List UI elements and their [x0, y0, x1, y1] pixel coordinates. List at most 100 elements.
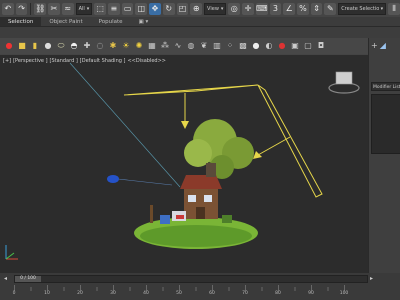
timeline: ◂ 0 / 100 ▸ 0 10 20 30 40 50 60 70 80 90… — [0, 273, 400, 300]
light-arrow-head — [181, 121, 189, 129]
add-icon[interactable]: ✚ — [82, 41, 92, 51]
select-and-place-icon[interactable]: ⊕ — [190, 2, 203, 15]
material-dark-icon[interactable]: ◐ — [264, 41, 274, 51]
edit-named-selection-icon[interactable]: ✎ — [324, 2, 337, 15]
checker-icon[interactable]: ▦ — [147, 41, 157, 51]
box-icon[interactable]: ■ — [17, 41, 27, 51]
modifier-stack[interactable] — [371, 94, 400, 154]
next-frame-icon[interactable]: ▸ — [370, 275, 373, 282]
dome-icon[interactable]: ◓ — [69, 41, 79, 51]
timeline-tick-label: 100 — [339, 291, 349, 296]
keyboard-shortcut-override-icon[interactable]: ⌨ — [255, 2, 268, 15]
select-and-rotate-icon[interactable]: ↻ — [162, 2, 175, 15]
target-light-icon[interactable]: ✱ — [108, 41, 118, 51]
viewport-label-menu[interactable]: [+] [Perspective ] [Standard ] [Default Sha… — [3, 58, 168, 64]
cloth-icon[interactable]: ▥ — [212, 41, 222, 51]
previous-frame-icon[interactable]: ◂ — [4, 275, 7, 282]
link-icon[interactable]: ⛓ — [34, 2, 47, 15]
spinner-snap-icon[interactable]: ⇕ — [310, 2, 323, 15]
undo-icon[interactable]: ↶ — [2, 2, 14, 15]
plane-icon[interactable]: ⬭ — [56, 41, 66, 51]
ribbon-panel — [0, 27, 400, 38]
tab-populate[interactable]: Populate — [91, 17, 131, 26]
viewport-shading-menu[interactable]: [Default Shading ] — [80, 58, 126, 64]
scatter-icon[interactable]: ⁂ — [160, 41, 170, 51]
area-light-top — [123, 84, 259, 96]
timeline-tick-label: 0 — [12, 291, 16, 296]
separator — [30, 2, 32, 15]
spot-light-frustum — [257, 84, 323, 198]
fence-post — [150, 205, 153, 223]
time-slider[interactable]: 0 / 100 — [15, 276, 41, 282]
scene-canvas[interactable] — [0, 55, 368, 273]
pivot-point-icon[interactable]: ◎ — [228, 2, 241, 15]
tab-selection[interactable]: Selection — [0, 17, 42, 26]
timeline-tick-label: 10 — [44, 291, 50, 296]
house-window-right — [204, 195, 212, 202]
render-teapot-icon[interactable]: ● — [277, 41, 287, 51]
named-selection-set-dropdown[interactable]: Create Selection Se▾ — [338, 2, 387, 15]
torus-icon[interactable]: ◌ — [95, 41, 105, 51]
redo-icon[interactable]: ↷ — [15, 2, 28, 15]
select-and-move-icon[interactable]: ✥ — [149, 2, 161, 15]
unknown-icon[interactable]: ● — [4, 41, 14, 51]
sun-icon[interactable]: ☀ — [121, 41, 131, 51]
ribbon-options-button[interactable]: ▣ ▾ — [131, 17, 157, 26]
chimney — [206, 163, 216, 177]
viewcube-compass-ring — [328, 82, 360, 94]
time-slider-track[interactable]: 0 / 100 — [14, 275, 368, 283]
viewport-standard-menu[interactable]: [Standard ] — [50, 58, 78, 64]
reference-coordinate-dropdown[interactable]: View ▾ — [204, 2, 227, 15]
bush — [222, 215, 232, 223]
tab-object-paint[interactable]: Object Paint — [41, 17, 90, 26]
unlink-icon[interactable]: ✂ — [48, 2, 60, 15]
modify-tab-icon[interactable]: ◢ — [380, 41, 386, 50]
spot-light-arrow-head — [253, 151, 262, 159]
path-icon[interactable]: ∿ — [173, 41, 183, 51]
create-tab-icon[interactable]: + — [371, 41, 378, 50]
rectangular-selection-icon[interactable]: ▭ — [121, 2, 134, 15]
select-by-name-icon[interactable]: ≡ — [108, 2, 120, 15]
viewcube[interactable] — [326, 69, 362, 95]
selection-filter-dropdown[interactable]: All ▾ — [75, 2, 93, 15]
house-door — [196, 207, 205, 219]
omni-light-icon[interactable]: ✺ — [134, 41, 144, 51]
render-setup-icon[interactable]: ▣ — [290, 41, 300, 51]
spot-light-arrow — [257, 136, 291, 156]
timeline-ruler[interactable]: 0 10 20 30 40 50 60 70 80 90 100 — [12, 285, 368, 298]
command-panel: + ◢ Modifier List — [368, 38, 400, 273]
bind-space-warp-icon[interactable]: ≈ — [61, 2, 74, 15]
blue-crate — [160, 215, 170, 224]
window-crossing-icon[interactable]: ◫ — [135, 2, 148, 15]
target-line — [117, 178, 173, 186]
command-panel-tabs: + ◢ — [369, 38, 400, 53]
snaps-toggle-icon[interactable]: 3 — [269, 2, 282, 15]
modifier-list-dropdown[interactable]: Modifier List — [371, 82, 400, 91]
select-and-scale-icon[interactable]: ◰ — [176, 2, 189, 15]
select-manipulate-icon[interactable]: ✛ — [242, 2, 254, 15]
viewport-point-of-view-menu[interactable]: [Perspective ] — [13, 58, 47, 64]
sphere-icon[interactable]: ● — [43, 41, 53, 51]
particles-icon[interactable]: ⁘ — [225, 41, 235, 51]
percent-snap-icon[interactable]: % — [297, 2, 309, 15]
viewport-general-menu[interactable]: [+] — [3, 58, 11, 64]
select-object-icon[interactable]: ⬚ — [94, 2, 107, 15]
cylinder-icon[interactable]: ▮ — [30, 41, 40, 51]
viewcube-face — [335, 71, 353, 85]
timeline-tick-label: 90 — [308, 291, 314, 296]
light-target-blue — [107, 175, 119, 183]
timeline-tick-label: 70 — [242, 291, 248, 296]
tree-icon[interactable]: ❦ — [199, 41, 209, 51]
material-sphere-icon[interactable]: ● — [251, 41, 261, 51]
tent-red-stripe — [176, 215, 184, 219]
render-icon[interactable]: ◘ — [316, 41, 326, 51]
mirror-icon[interactable]: ⫴ — [388, 2, 400, 15]
globe-icon[interactable]: ◍ — [186, 41, 196, 51]
angle-snap-icon[interactable]: ∠ — [283, 2, 296, 15]
ground-shadow — [140, 225, 252, 247]
grid-icon[interactable]: ▩ — [238, 41, 248, 51]
timeline-tick-label: 30 — [110, 291, 116, 296]
perspective-viewport[interactable]: [+] [Perspective ] [Standard ] [Default Sha… — [0, 55, 368, 273]
timeline-ticks — [14, 285, 345, 291]
render-frame-icon[interactable]: ▢ — [303, 41, 313, 51]
